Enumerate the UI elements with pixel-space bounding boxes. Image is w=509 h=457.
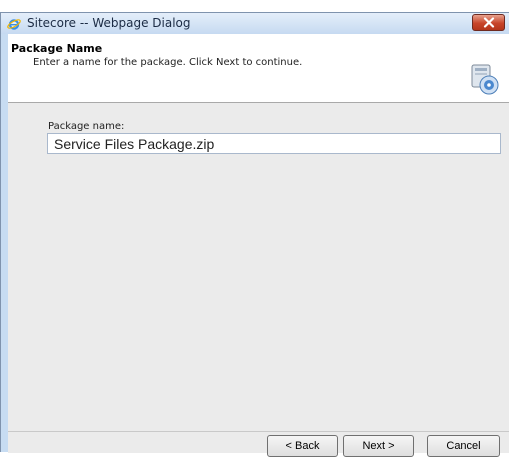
page-title: Package Name [11, 42, 103, 55]
dialog-client-area: Package Name Enter a name for the packag… [8, 34, 509, 457]
footer-divider [8, 431, 509, 432]
package-install-icon [467, 62, 501, 96]
back-button[interactable]: < Back [267, 435, 338, 457]
title-bar[interactable]: Sitecore -- Webpage Dialog [1, 13, 509, 34]
wizard-header: Package Name Enter a name for the packag… [8, 34, 509, 103]
package-name-input[interactable] [47, 133, 501, 154]
cancel-button[interactable]: Cancel [427, 435, 500, 457]
package-name-label: Package name: [48, 121, 125, 132]
dialog-window: Sitecore -- Webpage Dialog Package Name … [0, 12, 509, 457]
close-icon [483, 17, 494, 28]
page-instructions: Enter a name for the package. Click Next… [33, 57, 303, 68]
window-title: Sitecore -- Webpage Dialog [27, 16, 191, 30]
internet-explorer-icon [7, 16, 21, 30]
next-button[interactable]: Next > [343, 435, 414, 457]
close-button[interactable] [472, 14, 505, 31]
